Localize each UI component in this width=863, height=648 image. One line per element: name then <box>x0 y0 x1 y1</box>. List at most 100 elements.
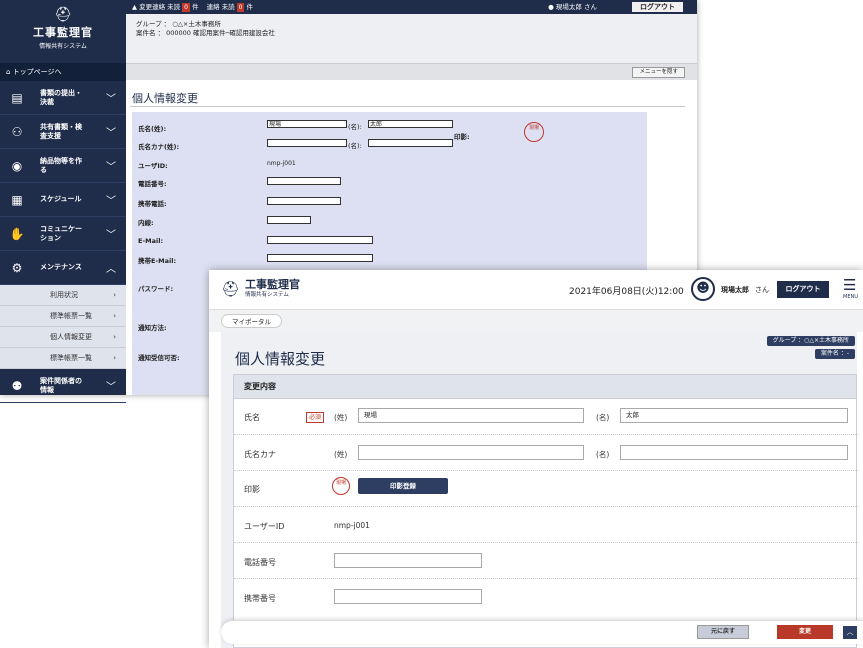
old-menu-bar: メニューを隠す <box>126 64 697 80</box>
menu-label: MENU <box>843 294 858 300</box>
old-kana-last-input[interactable] <box>267 139 347 147</box>
sub-item-forms[interactable]: 標準帳票一覧 › <box>0 306 126 327</box>
sidebar-item-label: 共有書類・検査支援 <box>40 122 82 140</box>
kana-last-input[interactable] <box>358 445 584 460</box>
breadcrumb-portal[interactable]: マイポータル <box>221 314 282 328</box>
old-ext-input[interactable] <box>267 216 311 224</box>
old-userid-label: ユーザID: <box>138 162 168 170</box>
old-mobile-label: 携帯電話: <box>138 200 167 208</box>
old-stamp-image: 現場 <box>524 122 544 142</box>
old-notify-time-label: 通知受信可否: <box>138 354 180 362</box>
old-logo-title: 工事監理官 <box>33 26 93 39</box>
count-unit: 件 <box>246 3 253 11</box>
breadcrumb: マイポータル <box>209 310 863 332</box>
chevron-down-icon: ﹀ <box>106 230 116 241</box>
people-group-icon: ⚉ <box>11 378 23 393</box>
old-mobile-email-label: 携帯E-Mail: <box>138 257 177 265</box>
mobile-input[interactable] <box>334 589 482 604</box>
chevron-right-icon: › <box>113 354 116 362</box>
sidebar-item-deliverables[interactable]: ◉ 納品物等を作る ﹀ <box>0 149 126 183</box>
chevron-right-icon: › <box>113 312 116 320</box>
old-last-name-input[interactable]: 現場 <box>267 120 347 128</box>
hamburger-menu-icon[interactable]: ☰ <box>843 278 856 293</box>
old-kana-first-input[interactable] <box>368 139 453 147</box>
sub-item-usage[interactable]: 利用状況 › <box>0 285 126 306</box>
sub-item-forms-2[interactable]: 標準帳票一覧 › <box>0 348 126 369</box>
sidebar-item-maintenance[interactable]: ⚙ メンテナンス ︿ <box>0 251 126 285</box>
helmet-icon: ⛑ <box>54 7 72 23</box>
sub-item-profile[interactable]: 個人情報変更 › <box>0 327 126 348</box>
user-icon: ● <box>548 3 554 11</box>
unread-change-label[interactable]: 変更連絡 未読 <box>139 3 180 11</box>
old-notify-label: 通知方法: <box>138 324 167 332</box>
new-logo[interactable]: ⛑ 工事監理官 情報共有システム <box>221 279 300 298</box>
unread-contact-label[interactable]: 連絡 未読 <box>207 3 235 11</box>
old-mobile-input[interactable] <box>267 197 341 205</box>
deliverable-icon: ◉ <box>11 158 23 173</box>
old-mobile-email-input[interactable] <box>267 254 373 262</box>
new-screen: ⛑ 工事監理官 情報共有システム 2021年06月08日(火)12:00 ☻ 現… <box>209 270 863 648</box>
sidebar-item-documents[interactable]: ▤ 書類の提出・決裁 ﹀ <box>0 81 126 115</box>
kana-row: 氏名カナ (姓) (名) <box>234 435 858 471</box>
chevron-down-icon: ﹀ <box>106 196 116 207</box>
count-unit: 件 <box>191 3 199 11</box>
people-icon: ⚇ <box>11 124 23 139</box>
old-phone-input[interactable] <box>267 177 341 185</box>
hide-menu-button[interactable]: メニューを隠す <box>632 67 685 78</box>
userid-row: ユーザーID nmp-j001 <box>234 507 858 543</box>
new-header: ⛑ 工事監理官 情報共有システム 2021年06月08日(火)12:00 ☻ 現… <box>209 270 863 310</box>
stamp-image: 現場 <box>332 477 350 495</box>
page-title: 個人情報変更 <box>235 350 326 368</box>
sub-item-label: 標準帳票一覧 <box>50 312 92 320</box>
sidebar-item-label: メンテナンス <box>40 263 82 271</box>
userid-label: ユーザーID <box>244 522 285 531</box>
old-logout-button[interactable]: ログアウト <box>632 2 683 12</box>
sub-item-label: 利用状況 <box>50 291 78 299</box>
sidebar-item-shared[interactable]: ⚇ 共有書類・検査支援 ﹀ <box>0 115 126 149</box>
old-user: ● 現場太郎 さん <box>548 0 597 14</box>
avatar[interactable]: ☻ <box>691 277 715 301</box>
change-card: 変更内容 氏名 必須 (姓) 現場 (名) 太郎 氏名カナ (姓) (名) 印影… <box>233 374 858 648</box>
register-stamp-button[interactable]: 印影登録 <box>358 478 448 494</box>
sidebar-item-schedule[interactable]: ▦ スケジュール ﹀ <box>0 183 126 217</box>
old-topbar: ▲ 変更連絡 未読 0 件 連絡 未読 0 件 ● 現場太郎 さん ログアウト <box>126 0 697 14</box>
sidebar-item-label: スケジュール <box>40 195 82 203</box>
helmet-icon: ⛑ <box>221 279 241 298</box>
group-badge: グループ ：○△×土木事務所 <box>766 336 855 346</box>
old-first-name-input[interactable]: 太郎 <box>368 120 453 128</box>
old-group-label: グループ ： ○△×土木事務所 <box>136 20 221 28</box>
home-icon: ⌂ <box>6 68 11 76</box>
old-logo[interactable]: ⛑ 工事監理官 情報共有システム <box>0 0 126 63</box>
old-sidebar: ⛑ 工事監理官 情報共有システム ⌂ トップページへ ▤ 書類の提出・決裁 ﹀ ⚇ 共… <box>0 0 126 403</box>
user-name: 現場太郎 <box>721 286 749 294</box>
first-name-input[interactable]: 太郎 <box>620 408 848 423</box>
change-button[interactable]: 変更 <box>777 625 833 639</box>
userid-value: nmp-j001 <box>334 521 370 530</box>
new-logout-button[interactable]: ログアウト <box>777 281 829 298</box>
sidebar-item-communication[interactable]: ✋ コミュニケーション ﹀ <box>0 217 126 251</box>
gear-icon: ⚙ <box>11 260 23 275</box>
chevron-down-icon: ﹀ <box>106 162 116 173</box>
revert-button[interactable]: 元に戻す <box>697 625 749 639</box>
phone-input[interactable] <box>334 553 482 568</box>
user-suffix: さん <box>755 286 769 294</box>
divider <box>130 106 685 107</box>
card-title: 変更内容 <box>234 375 856 399</box>
new-user: 現場太郎 さん <box>721 285 769 295</box>
old-logo-subtitle: 情報共有システム <box>39 43 87 50</box>
last-name-input[interactable]: 現場 <box>358 408 584 423</box>
sidebar-item-label: 書類の提出・決裁 <box>40 88 82 106</box>
sidebar-item-label: コミュニケーション <box>40 224 82 242</box>
kana-first-input[interactable] <box>620 445 848 460</box>
new-logo-title: 工事監理官 <box>245 278 301 291</box>
mobile-label: 携帯番号 <box>244 594 276 603</box>
scroll-top-icon[interactable]: ︿ <box>843 626 857 639</box>
mobile-row: 携帯番号 <box>234 579 858 615</box>
old-email-input[interactable] <box>267 236 373 244</box>
kana-first-paren: (名) <box>596 450 610 459</box>
new-logo-subtitle: 情報共有システム <box>245 292 289 298</box>
top-page-link[interactable]: ⌂ トップページへ <box>0 63 126 81</box>
sidebar-item-stakeholders[interactable]: ⚉ 案件関係者の情報 ﹀ <box>0 369 126 403</box>
stamp-row: 印影 現場 印影登録 <box>234 471 858 507</box>
new-main: グループ ：○△×土木事務所 案件名 ：- 個人情報変更 変更内容 氏名 必須 … <box>221 332 858 648</box>
